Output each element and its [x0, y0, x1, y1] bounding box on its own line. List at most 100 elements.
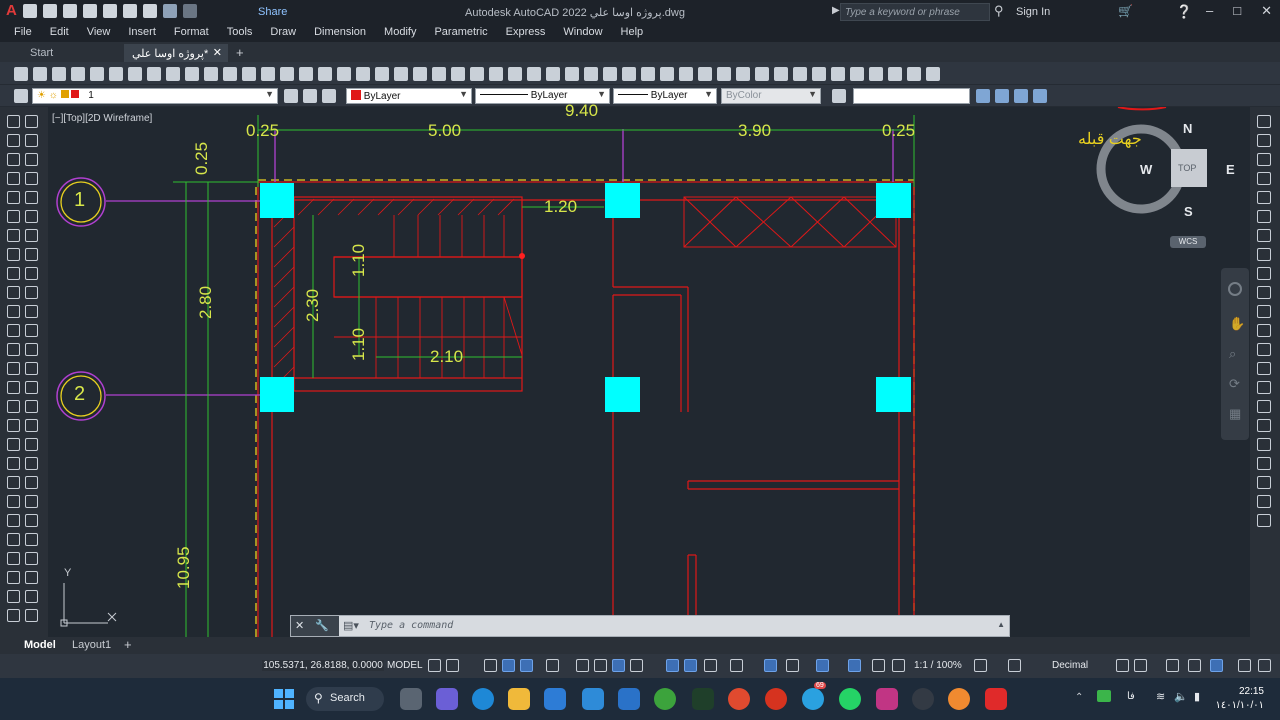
- standard-tool-13-icon[interactable]: [242, 67, 256, 81]
- maximize-icon[interactable]: □: [1233, 3, 1241, 19]
- close-command-icon[interactable]: ✕: [295, 620, 304, 632]
- menu-edit[interactable]: Edit: [50, 24, 69, 42]
- modify-tool-18-icon[interactable]: [1257, 438, 1271, 451]
- plotstyle-dropdown[interactable]: ByColor ▼: [721, 88, 821, 104]
- menu-tools[interactable]: Tools: [227, 24, 253, 42]
- edge-icon[interactable]: [472, 688, 494, 710]
- standard-tool-46-icon[interactable]: [869, 67, 883, 81]
- sign-in-button[interactable]: Sign In: [1016, 6, 1050, 18]
- model-space-toggle[interactable]: MODEL: [387, 660, 423, 671]
- status-toggle-7-icon[interactable]: [576, 659, 589, 672]
- draw-tool-24-icon[interactable]: [25, 324, 38, 337]
- mail-icon[interactable]: [582, 688, 604, 710]
- battery-icon[interactable]: ▮: [1194, 690, 1200, 703]
- draw-tool-11-icon[interactable]: [7, 210, 20, 223]
- search-icon[interactable]: ⚲: [994, 3, 1004, 19]
- draw-tool-43-icon[interactable]: [7, 514, 20, 527]
- draw-tool-49-icon[interactable]: [7, 571, 20, 584]
- showmotion-icon[interactable]: ▦: [1229, 406, 1241, 422]
- status-toggle-3-icon[interactable]: [484, 659, 497, 672]
- standard-tool-27-icon[interactable]: [508, 67, 522, 81]
- maps-pin-icon[interactable]: [948, 688, 970, 710]
- modify-tool-15-icon[interactable]: [1257, 381, 1271, 394]
- draw-tool-16-icon[interactable]: [25, 248, 38, 261]
- viewport-controls[interactable]: [−][Top][2D Wireframe]: [52, 113, 152, 124]
- open-web-icon[interactable]: [102, 4, 117, 18]
- wifi-icon[interactable]: ≋: [1156, 690, 1165, 703]
- draw-tool-1-icon[interactable]: [7, 115, 20, 128]
- draw-tool-31-icon[interactable]: [7, 400, 20, 413]
- excel-icon[interactable]: [692, 688, 714, 710]
- status-toggle-2-icon[interactable]: [446, 659, 459, 672]
- standard-tool-3-icon[interactable]: [52, 67, 66, 81]
- standard-tool-7-icon[interactable]: [128, 67, 142, 81]
- status-toggle-20-icon[interactable]: [892, 659, 905, 672]
- status-toggle-6-icon[interactable]: [546, 659, 559, 672]
- minimize-icon[interactable]: –: [1206, 3, 1213, 19]
- modify-tool-8-icon[interactable]: [1257, 248, 1271, 261]
- draw-tool-42-icon[interactable]: [25, 495, 38, 508]
- command-line[interactable]: ✕ 🔧 ▤▾ Type a command ▲: [290, 615, 1010, 637]
- status-toggle-16-icon[interactable]: [786, 659, 799, 672]
- draw-tool-20-icon[interactable]: [25, 286, 38, 299]
- coordinates-readout[interactable]: 105.5371, 26.8188, 0.0000: [262, 660, 384, 671]
- standard-tool-32-icon[interactable]: [603, 67, 617, 81]
- zoom-extents-icon[interactable]: ⌕: [1229, 346, 1236, 362]
- draw-tool-6-icon[interactable]: [25, 153, 38, 166]
- modify-tool-3-icon[interactable]: [1257, 153, 1271, 166]
- draw-tool-40-icon[interactable]: [25, 476, 38, 489]
- standard-tool-6-icon[interactable]: [109, 67, 123, 81]
- menu-file[interactable]: File: [14, 24, 32, 42]
- standard-tool-29-icon[interactable]: [546, 67, 560, 81]
- windows-start-icon[interactable]: [274, 689, 294, 709]
- save-icon[interactable]: [62, 4, 77, 18]
- menu-view[interactable]: View: [87, 24, 111, 42]
- status-toggle-12-icon[interactable]: [684, 659, 697, 672]
- status-toggle-25-icon[interactable]: [1166, 659, 1179, 672]
- draw-tool-25-icon[interactable]: [7, 343, 20, 356]
- instagram-icon[interactable]: [876, 688, 898, 710]
- standard-tool-41-icon[interactable]: [774, 67, 788, 81]
- layer-states-icon[interactable]: [322, 89, 336, 103]
- wcs-button[interactable]: WCS: [1170, 236, 1206, 248]
- draw-tool-10-icon[interactable]: [25, 191, 38, 204]
- calculator-icon[interactable]: [618, 688, 640, 710]
- expand-icon[interactable]: ▲: [997, 620, 1005, 629]
- draw-tool-14-icon[interactable]: [25, 229, 38, 242]
- draw-tool-27-icon[interactable]: [7, 362, 20, 375]
- standard-tool-43-icon[interactable]: [812, 67, 826, 81]
- help-icon[interactable]: ❔: [1176, 4, 1192, 20]
- toolbar-icon-1[interactable]: [976, 89, 990, 103]
- draw-tool-21-icon[interactable]: [7, 305, 20, 318]
- standard-tool-5-icon[interactable]: [90, 67, 104, 81]
- modify-tool-20-icon[interactable]: [1257, 476, 1271, 489]
- draw-tool-50-icon[interactable]: [25, 571, 38, 584]
- new-tab-icon[interactable]: +: [236, 45, 244, 60]
- draw-tool-15-icon[interactable]: [7, 248, 20, 261]
- standard-tool-20-icon[interactable]: [375, 67, 389, 81]
- standard-tool-42-icon[interactable]: [793, 67, 807, 81]
- draw-tool-36-icon[interactable]: [25, 438, 38, 451]
- viewcube-west[interactable]: W: [1140, 162, 1152, 177]
- drawing-canvas[interactable]: [−][Top][2D Wireframe] 9.40 0.25 5.00 3.…: [48, 101, 1250, 643]
- standard-tool-9-icon[interactable]: [166, 67, 180, 81]
- taskbar-search[interactable]: ⚲ Search: [306, 687, 384, 711]
- chevron-right-icon[interactable]: ▶: [832, 5, 840, 16]
- navigation-bar[interactable]: ✋ ⌕ ⟳ ▦: [1221, 268, 1249, 440]
- cart-icon[interactable]: 🛒: [1118, 4, 1133, 18]
- clock[interactable]: 22:15 ١٤٠١/١٠/٠١: [1215, 685, 1264, 713]
- modify-tool-14-icon[interactable]: [1257, 362, 1271, 375]
- status-toggle-28-icon[interactable]: [1238, 659, 1251, 672]
- close-icon[interactable]: ✕: [1261, 3, 1272, 19]
- draw-tool-45-icon[interactable]: [7, 533, 20, 546]
- volume-icon[interactable]: 🔈: [1174, 690, 1188, 703]
- standard-tool-34-icon[interactable]: [641, 67, 655, 81]
- store-icon[interactable]: [544, 688, 566, 710]
- standard-tool-8-icon[interactable]: [147, 67, 161, 81]
- tab-start[interactable]: Start: [22, 44, 61, 62]
- standard-tool-10-icon[interactable]: [185, 67, 199, 81]
- draw-tool-18-icon[interactable]: [25, 267, 38, 280]
- modify-tool-22-icon[interactable]: [1257, 514, 1271, 527]
- layer-properties-icon[interactable]: [14, 89, 28, 103]
- draw-tool-23-icon[interactable]: [7, 324, 20, 337]
